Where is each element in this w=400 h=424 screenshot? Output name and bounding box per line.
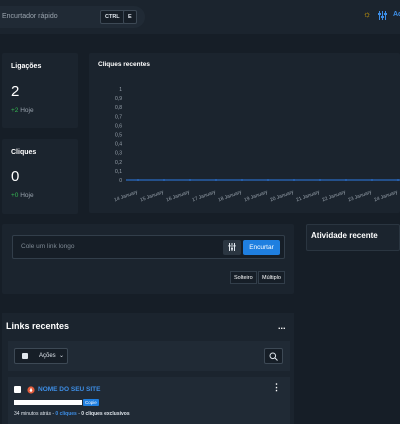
data-point	[137, 179, 139, 181]
y-tick-label: 0,2	[115, 160, 122, 166]
x-tick-label: 19 January	[243, 189, 269, 203]
sliders-icon[interactable]	[378, 11, 387, 20]
y-tick-label: 0,1	[115, 169, 122, 175]
links-stat-title: Ligações	[11, 63, 42, 70]
y-tick-label: 0,7	[115, 114, 122, 120]
y-tick-label: 0,8	[115, 105, 122, 111]
recent-clicks-card: Cliques recentes 1 0,9 0,8 0,7 0,6 0,5 0,4 0,3 0…	[89, 53, 400, 213]
top-bar: Encurtador rápido CTRL E ☼ Ac	[0, 0, 400, 34]
link-title[interactable]: NOME DO SEU SITE	[38, 386, 100, 393]
x-tick-label: 21 January	[295, 189, 321, 203]
short-url-redacted	[14, 400, 82, 405]
x-tick-label: 15 January	[139, 189, 165, 203]
shorten-button[interactable]: Encurtar	[243, 240, 280, 255]
link-checkbox[interactable]	[14, 386, 21, 393]
more-options-icon[interactable]: ...	[278, 321, 286, 331]
links-stat-delta: +2 Hoje	[11, 107, 34, 114]
top-right-label[interactable]: Ac	[393, 11, 400, 18]
recent-activity-card: Atividade recente	[306, 224, 400, 251]
x-tick-label: 24 January	[373, 189, 399, 203]
copy-button[interactable]: Copie	[83, 399, 99, 406]
long-link-input[interactable]: Cole um link longo Encurtar	[12, 235, 285, 259]
link-clicks: 0 cliques	[55, 411, 77, 417]
data-point	[397, 179, 399, 181]
data-point	[163, 179, 165, 181]
sun-icon[interactable]: ☼	[363, 9, 371, 19]
y-tick-label: 0,6	[115, 123, 122, 129]
actions-dropdown[interactable]: Ações ⌄	[14, 348, 68, 364]
multiple-mode-toggle[interactable]: Múltiplo	[258, 271, 285, 284]
y-tick-label: 0,5	[115, 133, 122, 139]
link-unique-clicks: 0 cliques exclusivos	[81, 411, 130, 417]
clicks-stat-delta: +0 Hoje	[11, 192, 34, 199]
y-tick-label: 0,4	[115, 142, 122, 148]
chevron-down-icon: ⌄	[59, 353, 65, 359]
data-point	[345, 179, 347, 181]
data-point	[293, 179, 295, 181]
y-tick-label: 0,3	[115, 151, 122, 157]
data-point	[319, 179, 321, 181]
y-tick-label: 0,9	[115, 96, 122, 102]
search-button[interactable]	[264, 348, 283, 364]
x-tick-label: 23 January	[347, 189, 373, 203]
data-point	[215, 179, 217, 181]
recent-links-title: Links recentes	[6, 321, 70, 331]
select-all-checkbox[interactable]	[22, 353, 28, 359]
quick-shortener-search[interactable]: Encurtador rápido CTRL E	[0, 6, 145, 28]
y-tick-label: 0	[119, 178, 122, 184]
y-tick-label: 1	[119, 87, 122, 93]
data-point	[267, 179, 269, 181]
site-favicon-icon	[27, 386, 35, 394]
actions-label: Ações	[39, 353, 56, 359]
x-tick-label: 14 January	[113, 189, 139, 203]
search-icon	[269, 352, 278, 361]
clicks-stat-card: Cliques 0 +0 Hoje	[2, 139, 78, 214]
clicks-stat-title: Cliques	[11, 149, 37, 156]
options-button[interactable]	[223, 240, 241, 255]
recent-clicks-chart: 10,90,80,70,60,50,40,30,20,1014 January 1…	[113, 87, 400, 203]
link-meta: 34 minutos atrás - 0 cliques - 0 cliques…	[14, 411, 130, 417]
x-tick-label: 17 January	[191, 189, 217, 203]
x-tick-label: 22 January	[321, 189, 347, 203]
long-link-placeholder: Cole um link longo	[21, 243, 75, 250]
clicks-stat-value: 0	[11, 168, 20, 185]
shortcut-key-ctrl: CTRL	[100, 10, 125, 24]
quick-shortener-placeholder: Encurtador rápido	[2, 13, 58, 20]
links-stat-card: Ligações 2 +2 Hoje	[2, 53, 78, 128]
sliders-icon	[228, 243, 236, 251]
x-tick-label: 18 January	[217, 189, 243, 203]
row-menu-icon[interactable]: ⋮	[272, 383, 281, 392]
data-point	[371, 179, 373, 181]
links-stat-value: 2	[11, 83, 20, 100]
single-mode-toggle[interactable]: Solteiro	[230, 271, 257, 284]
shortcut-key-e: E	[123, 10, 137, 24]
x-tick-label: 16 January	[165, 189, 191, 203]
data-point	[241, 179, 243, 181]
recent-activity-title: Atividade recente	[311, 231, 378, 240]
x-tick-label: 20 January	[269, 189, 295, 203]
link-list-item[interactable]: NOME DO SEU SITE Copie 34 minutos atrás …	[8, 377, 290, 424]
data-point	[189, 179, 191, 181]
